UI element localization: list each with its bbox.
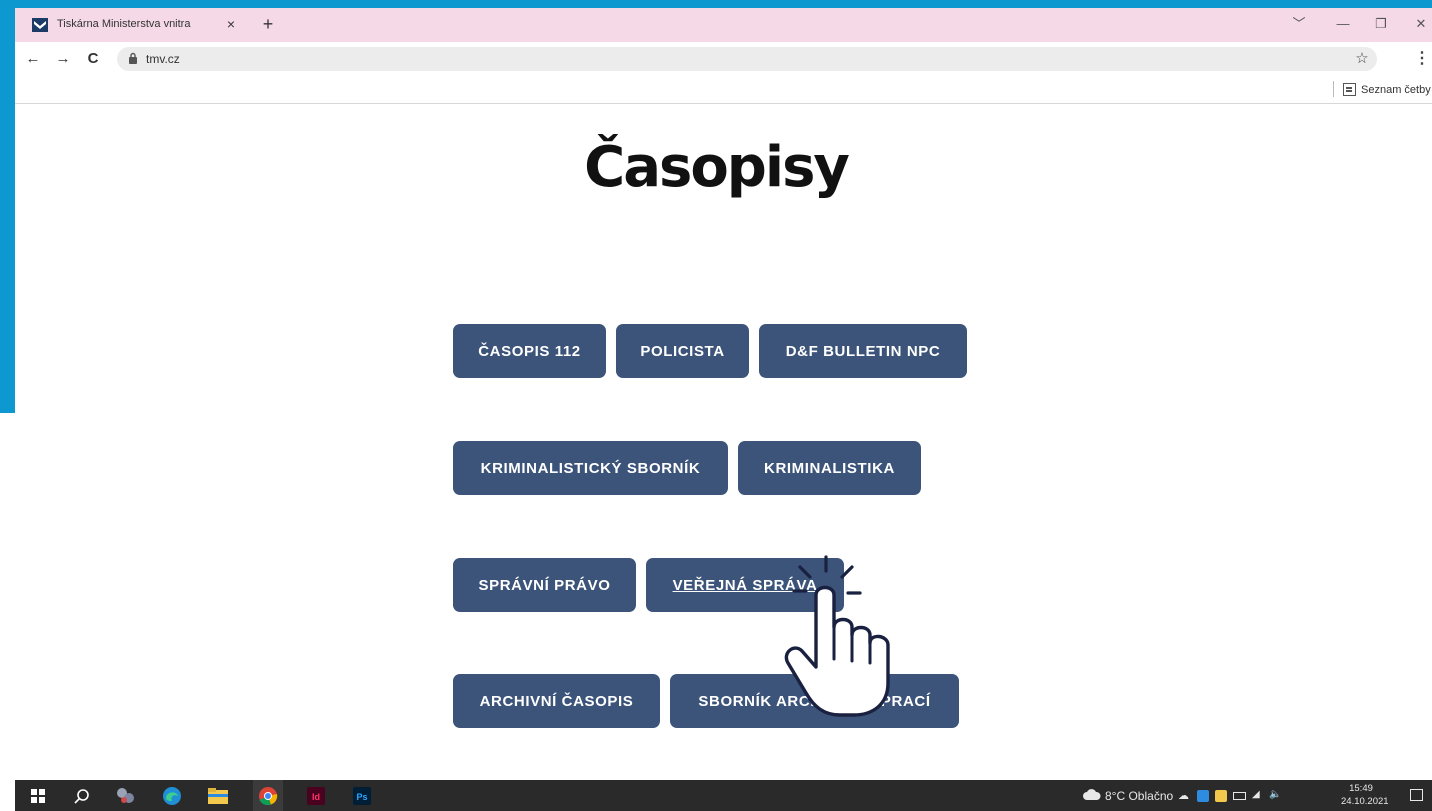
tab-search-dropdown-icon[interactable]: ﹀ [1289,14,1309,34]
kriminalistika-label: KRIMINALISTIKA [764,459,895,477]
back-icon[interactable]: ← [23,49,43,69]
cloud-icon [1083,789,1101,800]
spravni-pravo-label: SPRÁVNÍ PRÁVO [478,576,611,594]
indesign-label: Id [312,792,320,802]
close-window-icon[interactable]: ✕ [1411,14,1431,34]
clock-time: 15:49 [1349,783,1373,794]
network-icon[interactable]: ◢ [1252,789,1260,800]
kriminalisticky-sbornik-button[interactable]: KRIMINALISTICKÝ SBORNÍK [453,441,728,495]
app-cluster-icon [117,788,134,803]
battery-icon[interactable] [1233,792,1246,800]
folder-icon [208,788,228,804]
reading-list-label: Seznam četby [1361,83,1431,96]
clock[interactable]: 15:49 24.10.2021 [1341,782,1389,808]
bookmarks-divider [1333,81,1334,97]
chrome-icon[interactable] [253,780,283,811]
lock-icon [129,52,137,64]
bookmark-star-icon[interactable]: ☆ [1352,49,1372,69]
security-tray-icon[interactable] [1215,790,1227,802]
search-icon [74,789,89,804]
frame-top-border [0,0,1432,8]
df-bulletin-npc-button[interactable]: D&F BULLETIN NPC [759,324,967,378]
reading-list-button[interactable]: Seznam četby [1343,81,1431,99]
edge-logo-icon [163,787,181,805]
indesign-icon[interactable]: Id [305,785,327,807]
url-text: tmv.cz [146,52,180,66]
notification-icon[interactable] [1410,789,1423,801]
page-title: Časopisy [584,135,850,200]
file-explorer-icon[interactable] [207,785,229,807]
reading-list-icon [1343,83,1356,97]
tmv-favicon-icon [32,18,48,32]
photoshop-icon[interactable]: Ps [351,785,373,807]
windows-taskbar: Id Ps 8°C Oblačno ☁ ◢ 🔈 15:49 24.10.2021 [15,780,1432,811]
forward-icon[interactable]: → [53,49,73,69]
spravni-pravo-button[interactable]: SPRÁVNÍ PRÁVO [453,558,636,612]
browser-tab[interactable]: Tiskárna Ministerstva vnitra × [15,8,247,42]
policista-button[interactable]: POLICISTA [616,324,749,378]
frame-left-border [0,0,15,413]
tab-title: Tiskárna Ministerstva vnitra [57,18,191,30]
browser-menu-icon[interactable]: ⋮ [1414,49,1430,69]
taskbar-app-icon[interactable] [115,785,137,807]
clock-date: 24.10.2021 [1341,796,1389,807]
weather-text[interactable]: 8°C Oblačno [1105,789,1173,803]
photoshop-label: Ps [356,792,367,802]
policista-label: POLICISTA [640,342,725,360]
kriminalistika-button[interactable]: KRIMINALISTIKA [738,441,921,495]
hand-pointer-cursor-icon [784,555,890,717]
address-bar[interactable]: tmv.cz [117,47,1377,71]
app-tray-icon[interactable] [1197,790,1209,802]
reload-icon[interactable]: C [83,49,103,69]
minimize-icon[interactable]: — [1333,14,1353,34]
browser-toolbar: ← → C tmv.cz ☆ ⋮ [15,42,1432,76]
archivni-casopis-label: ARCHIVNÍ ČASOPIS [479,692,634,710]
kriminalisticky-sbornik-label: KRIMINALISTICKÝ SBORNÍK [480,459,701,477]
windows-logo-icon [31,789,45,803]
bookmarks-bar: Seznam četby [15,76,1432,104]
edge-icon[interactable] [161,785,183,807]
casopis-112-label: ČASOPIS 112 [478,342,581,360]
tab-strip: Tiskárna Ministerstva vnitra × + ﹀ — ❐ ✕ [15,8,1432,42]
onedrive-icon[interactable]: ☁ [1178,789,1189,802]
taskbar-search-icon[interactable] [71,785,93,807]
archivni-casopis-button[interactable]: ARCHIVNÍ ČASOPIS [453,674,660,728]
maximize-icon[interactable]: ❐ [1371,14,1391,34]
chrome-logo-icon [259,786,278,805]
tab-close-icon[interactable]: × [223,16,239,32]
casopis-112-button[interactable]: ČASOPIS 112 [453,324,606,378]
photoshop-logo-icon: Ps [353,787,371,805]
new-tab-button[interactable]: + [258,14,278,34]
volume-icon[interactable]: 🔈 [1269,789,1281,800]
df-bulletin-npc-label: D&F BULLETIN NPC [785,342,941,360]
windows-start-icon[interactable] [27,785,49,807]
indesign-logo-icon: Id [307,787,325,805]
